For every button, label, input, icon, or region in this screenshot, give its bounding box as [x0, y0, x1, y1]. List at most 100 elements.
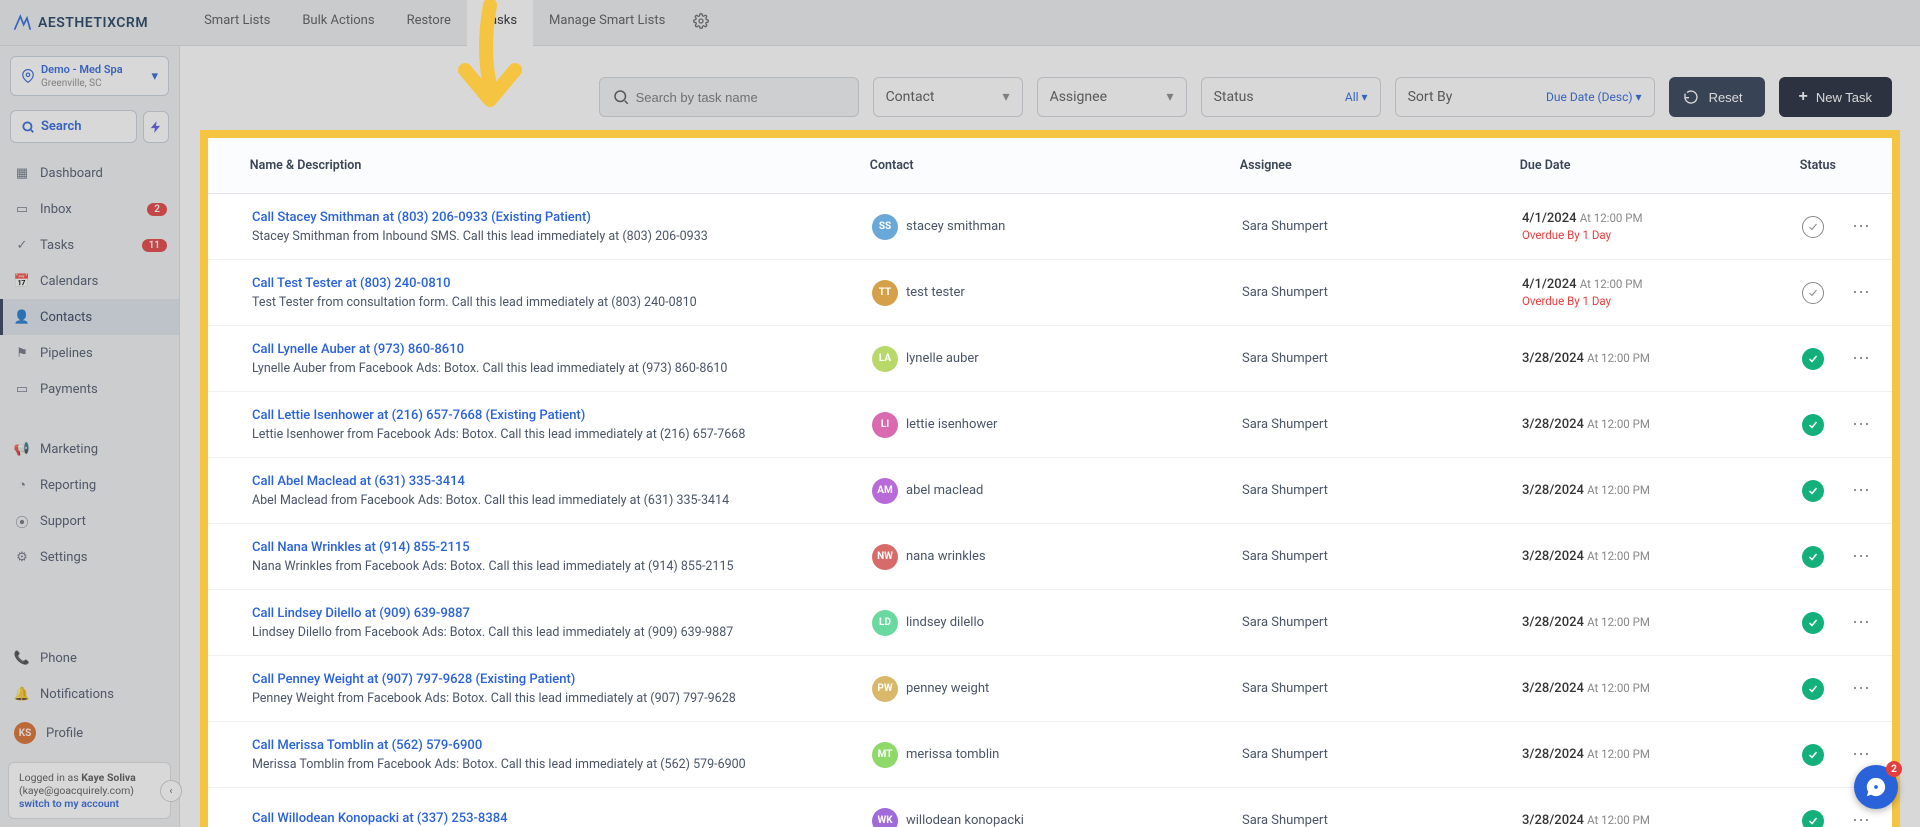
table-row[interactable]: Call Test Tester at (803) 240-0810 Test …	[208, 260, 1892, 326]
status-toggle[interactable]	[1802, 678, 1824, 700]
task-description: Nana Wrinkles from Facebook Ads: Botox. …	[252, 559, 734, 574]
row-actions-menu[interactable]: ⋯	[1832, 348, 1892, 369]
tab-manage-smart-lists[interactable]: Manage Smart Lists	[533, 0, 681, 47]
sidebar-item-marketing[interactable]: 📢Marketing	[0, 431, 179, 467]
status-toggle[interactable]	[1802, 612, 1824, 634]
task-title-link[interactable]: Call Merissa Tomblin at (562) 579-6900	[252, 738, 872, 753]
sidebar-item-inbox[interactable]: ▭Inbox2	[0, 191, 179, 227]
gear-icon	[693, 13, 709, 29]
task-title-link[interactable]: Call Lindsey Dilello at (909) 639-9887	[252, 606, 872, 621]
task-title-link[interactable]: Call Willodean Konopacki at (337) 253-83…	[252, 811, 872, 826]
contact-name[interactable]: lindsey dilello	[906, 615, 984, 630]
assignee-name: Sara Shumpert	[1242, 417, 1522, 432]
tabs-settings-button[interactable]	[681, 0, 721, 47]
task-title-link[interactable]: Call Penney Weight at (907) 797-9628 (Ex…	[252, 672, 872, 687]
status-toggle[interactable]	[1802, 414, 1824, 436]
contact-name[interactable]: lynelle auber	[906, 351, 979, 366]
sidebar-item-payments[interactable]: ▭Payments	[0, 371, 179, 407]
status-toggle[interactable]	[1802, 744, 1824, 766]
task-title-link[interactable]: Call Lettie Isenhower at (216) 657-7668 …	[252, 408, 872, 423]
table-row[interactable]: Call Lynelle Auber at (973) 860-8610 Lyn…	[208, 326, 1892, 392]
pipelines-icon: ⚑	[14, 345, 30, 361]
check-icon	[1807, 287, 1819, 299]
reset-button[interactable]: Reset	[1669, 77, 1765, 117]
filter-status-dropdown[interactable]: Status All ▾	[1201, 77, 1381, 117]
new-task-button[interactable]: + New Task	[1779, 77, 1892, 117]
sidebar-item-contacts[interactable]: 👤Contacts	[0, 299, 179, 335]
col-header-contact[interactable]: Contact	[870, 158, 1240, 173]
tab-smart-lists[interactable]: Smart Lists	[188, 0, 286, 47]
assignee-name: Sara Shumpert	[1242, 549, 1522, 564]
row-actions-menu[interactable]: ⋯	[1832, 612, 1892, 633]
table-row[interactable]: Call Willodean Konopacki at (337) 253-83…	[208, 788, 1892, 827]
col-header-name[interactable]: Name & Description	[240, 158, 870, 173]
contact-name[interactable]: lettie isenhower	[906, 417, 997, 432]
table-row[interactable]: Call Stacey Smithman at (803) 206-0933 (…	[208, 194, 1892, 260]
row-actions-menu[interactable]: ⋯	[1832, 216, 1892, 237]
row-actions-menu[interactable]: ⋯	[1832, 414, 1892, 435]
sort-by-dropdown[interactable]: Sort By Due Date (Desc) ▾	[1395, 77, 1655, 117]
due-time: At 12:00 PM	[1580, 211, 1643, 225]
due-time: At 12:00 PM	[1587, 417, 1650, 431]
contact-name[interactable]: test tester	[906, 285, 965, 300]
row-actions-menu[interactable]: ⋯	[1832, 744, 1892, 765]
status-toggle[interactable]	[1802, 546, 1824, 568]
switch-account-link[interactable]: switch to my account	[19, 797, 119, 810]
sidebar-item-calendars[interactable]: 📅Calendars	[0, 263, 179, 299]
table-row[interactable]: Call Abel Maclead at (631) 335-3414 Abel…	[208, 458, 1892, 524]
tab-bulk-actions[interactable]: Bulk Actions	[286, 0, 390, 47]
col-header-status[interactable]: Status	[1800, 158, 1836, 173]
contact-name[interactable]: stacey smithman	[906, 219, 1005, 234]
sidebar-item-pipelines[interactable]: ⚑Pipelines	[0, 335, 179, 371]
sidebar-item-reporting[interactable]: ◔Reporting	[0, 467, 179, 503]
table-row[interactable]: Call Merissa Tomblin at (562) 579-6900 M…	[208, 722, 1892, 788]
contact-avatar: SS	[872, 214, 898, 240]
status-toggle[interactable]	[1802, 810, 1824, 827]
due-time: At 12:00 PM	[1580, 277, 1643, 291]
task-search[interactable]	[599, 77, 859, 117]
chat-fab[interactable]: 2	[1854, 765, 1898, 809]
task-title-link[interactable]: Call Stacey Smithman at (803) 206-0933 (…	[252, 210, 872, 225]
chevron-down-icon: ▾	[1362, 90, 1368, 104]
row-actions-menu[interactable]: ⋯	[1832, 678, 1892, 699]
contact-name[interactable]: merissa tomblin	[906, 747, 999, 762]
filter-assignee-dropdown[interactable]: Assignee▾	[1037, 77, 1187, 117]
row-actions-menu[interactable]: ⋯	[1832, 282, 1892, 303]
sidebar-item-tasks[interactable]: ✓Tasks11	[0, 227, 179, 263]
collapse-sidebar-button[interactable]: ‹	[160, 780, 182, 802]
sidebar-item-phone[interactable]: 📞Phone	[0, 640, 179, 676]
col-header-due[interactable]: Due Date	[1520, 158, 1800, 173]
location-selector[interactable]: Demo - Med Spa Greenville, SC ▾	[10, 56, 169, 96]
sidebar-item-dashboard[interactable]: ▦Dashboard	[0, 155, 179, 191]
sidebar-item-profile[interactable]: KS Profile	[0, 712, 179, 754]
status-toggle[interactable]	[1802, 282, 1824, 304]
sidebar-item-settings[interactable]: ⚙Settings	[0, 539, 179, 575]
task-title-link[interactable]: Call Lynelle Auber at (973) 860-8610	[252, 342, 872, 357]
row-actions-menu[interactable]: ⋯	[1832, 546, 1892, 567]
undo-icon	[1683, 89, 1699, 105]
row-actions-menu[interactable]: ⋯	[1832, 810, 1892, 827]
table-row[interactable]: Call Penney Weight at (907) 797-9628 (Ex…	[208, 656, 1892, 722]
status-toggle[interactable]	[1802, 348, 1824, 370]
table-row[interactable]: Call Lettie Isenhower at (216) 657-7668 …	[208, 392, 1892, 458]
table-row[interactable]: Call Lindsey Dilello at (909) 639-9887 L…	[208, 590, 1892, 656]
row-actions-menu[interactable]: ⋯	[1832, 480, 1892, 501]
filter-contact-dropdown[interactable]: Contact▾	[873, 77, 1023, 117]
contact-name[interactable]: nana wrinkles	[906, 549, 986, 564]
contact-name[interactable]: abel maclead	[906, 483, 983, 498]
contact-name[interactable]: penney weight	[906, 681, 989, 696]
task-search-input[interactable]	[636, 90, 846, 105]
task-title-link[interactable]: Call Nana Wrinkles at (914) 855-2115	[252, 540, 872, 555]
sidebar-search-button[interactable]: Search	[10, 110, 137, 143]
status-toggle[interactable]	[1802, 480, 1824, 502]
task-title-link[interactable]: Call Test Tester at (803) 240-0810	[252, 276, 872, 291]
col-header-assignee[interactable]: Assignee	[1240, 158, 1520, 173]
sidebar-item-notifications[interactable]: 🔔Notifications	[0, 676, 179, 712]
contact-name[interactable]: willodean konopacki	[906, 813, 1024, 827]
sidebar-item-support[interactable]: ⦿Support	[0, 503, 179, 539]
status-toggle[interactable]	[1802, 216, 1824, 238]
task-title-link[interactable]: Call Abel Maclead at (631) 335-3414	[252, 474, 872, 489]
quick-action-button[interactable]	[143, 111, 169, 143]
table-row[interactable]: Call Nana Wrinkles at (914) 855-2115 Nan…	[208, 524, 1892, 590]
assignee-name: Sara Shumpert	[1242, 351, 1522, 366]
